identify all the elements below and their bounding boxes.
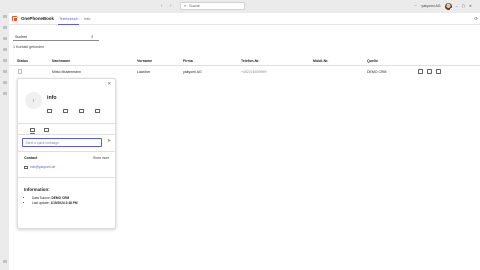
phone-call-icon[interactable] (95, 109, 100, 113)
chat-icon[interactable] (418, 69, 423, 74)
presence-available-icon (449, 7, 453, 11)
information-list: Data Source: DEMO CRM Last update: 1/15/… (28, 196, 78, 206)
video-call-icon[interactable] (79, 109, 84, 113)
tab-telefonbuch[interactable]: Telefonbuch (57, 13, 80, 25)
search-icon[interactable]: ⌕ (91, 34, 93, 39)
col-status[interactable]: Status (17, 59, 28, 63)
account-name[interactable]: yakyomi AG (421, 4, 440, 8)
col-firma[interactable]: Firma (183, 59, 193, 63)
cell-quelle: DEMO CRM (367, 70, 387, 74)
chat-icon[interactable] (2, 26, 7, 29)
result-count: 1 Kontakt gefunden (13, 45, 45, 49)
files-icon[interactable] (2, 70, 7, 73)
tab-contact-icon[interactable] (30, 128, 35, 134)
maximize-icon[interactable]: ▢ (462, 4, 465, 8)
info-label: Last update: (32, 201, 50, 205)
contact-name: info (47, 95, 57, 101)
teams-search-bar[interactable]: ⌕ Suche (180, 2, 245, 10)
close-window-icon[interactable]: ✕ (469, 4, 472, 8)
search-icon: ⌕ (184, 4, 187, 8)
mail-icon (24, 165, 28, 169)
more-apps-icon[interactable] (2, 92, 7, 95)
col-nachname[interactable]: Nachname (52, 59, 70, 63)
app-title: OnePhoneBook (21, 16, 54, 21)
teams-app-rail (0, 13, 9, 270)
tab-info[interactable]: Info (83, 13, 91, 25)
mail-icon[interactable] (47, 109, 52, 113)
teams-title-bar: ‹ › ⌕ Suche ⋯ yakyomi AG – ▢ ✕ (0, 0, 480, 13)
mail-icon[interactable] (427, 69, 432, 74)
app-header: OnePhoneBook Telefonbuch Info ⟳ (9, 13, 480, 25)
activity-icon[interactable] (2, 15, 7, 18)
info-label: Data Source: (32, 196, 51, 200)
email-address[interactable]: info@yakyomi.de (30, 165, 55, 169)
cell-vorname: Lawcher (137, 70, 151, 74)
help-icon[interactable] (2, 260, 7, 263)
chat-icon[interactable] (63, 109, 68, 113)
phonebook-app-icon[interactable] (2, 81, 7, 84)
cell-nachname: Mirko Mustermann (52, 70, 81, 74)
calls-icon[interactable] (2, 59, 7, 62)
status-icon (18, 69, 22, 74)
quick-message-input[interactable]: Send a quick message (22, 138, 102, 147)
col-vorname[interactable]: Vorname (137, 59, 152, 63)
table-row[interactable]: Mirko Mustermann Lawcher yakyomi AG +492… (9, 67, 480, 77)
col-quelle[interactable]: Quelle (367, 59, 378, 63)
cell-telefon[interactable]: +492216039999 (241, 70, 266, 74)
app-refresh-icon[interactable]: ⟳ (474, 16, 478, 22)
calendar-icon[interactable] (2, 48, 7, 51)
contact-card: ✕ I info Send a quick message ➤ Contact … (17, 78, 117, 229)
forward-arrow-icon[interactable]: › (170, 3, 172, 8)
cell-firma: yakyomi AG (183, 70, 202, 74)
show-more-link[interactable]: Show more (93, 156, 109, 160)
more-options-icon[interactable]: ⋯ (414, 4, 418, 8)
info-value: DEMO CRM (51, 196, 70, 200)
send-icon[interactable]: ➤ (107, 138, 111, 144)
info-value: 1/15/2024 2:48 PM (50, 201, 78, 205)
teams-search-placeholder: Suche (189, 4, 200, 8)
table-header: Status Nachname Vorname Firma Telefon-Nr… (9, 56, 480, 66)
contact-avatar: I (25, 92, 42, 109)
tab-organization-icon[interactable] (44, 128, 49, 132)
quick-message-placeholder: Send a quick message (25, 140, 59, 145)
video-call-icon[interactable] (436, 69, 441, 74)
teams-icon[interactable] (2, 37, 7, 40)
title-bar-right: ⋯ yakyomi AG – ▢ ✕ (414, 2, 472, 11)
close-icon[interactable]: ✕ (107, 81, 111, 87)
col-telefon[interactable]: Telefon-Nr. (241, 59, 260, 63)
contact-search-value: Suchen (15, 34, 28, 39)
phonebook-logo-icon (12, 16, 18, 22)
list-item: Last update: 1/15/2024 2:48 PM (32, 201, 78, 206)
contact-section-label: Contact (24, 156, 38, 160)
col-mobil[interactable]: Mobil-Nr. (313, 59, 328, 63)
information-heading: Information: (24, 187, 50, 192)
minimize-icon[interactable]: – (456, 4, 458, 8)
user-avatar[interactable] (444, 2, 453, 11)
email-row[interactable]: info@yakyomi.de (24, 165, 55, 169)
back-arrow-icon[interactable]: ‹ (161, 3, 163, 8)
contact-search-input[interactable]: Suchen (13, 33, 99, 41)
